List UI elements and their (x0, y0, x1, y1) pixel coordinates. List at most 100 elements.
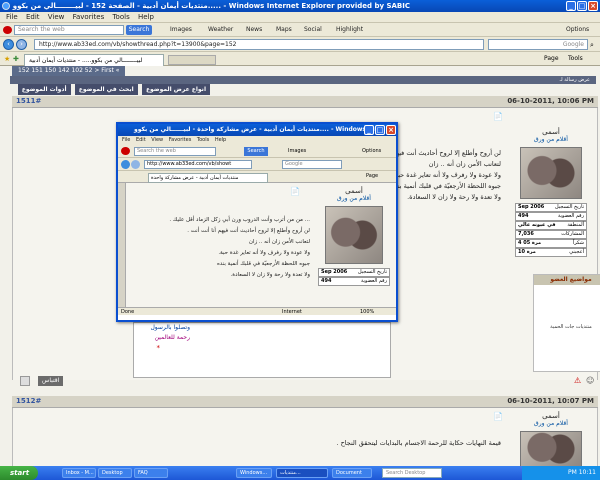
username[interactable]: أسمى (511, 412, 591, 420)
popup-close-button[interactable]: × (386, 125, 396, 135)
popup-status-text: Done (121, 309, 135, 315)
back-button[interactable]: ‹ (3, 39, 14, 50)
popup-minimize-button[interactable]: _ (364, 125, 374, 135)
popup-google-input[interactable]: Google (282, 160, 342, 169)
toolbar-search-input[interactable]: Search the web (14, 25, 124, 35)
post-number[interactable]: 1511# (16, 97, 41, 105)
search-thread-button[interactable]: ابحث في الموضوع (74, 84, 138, 95)
popup-toolbar-logo-icon (121, 147, 130, 155)
display-modes-button[interactable]: انواع عرض الموضوع (141, 84, 210, 95)
popup-address-input[interactable]: http://www.ab33ed.com/vb/showt (144, 160, 252, 169)
forum-topbar-text: عرض رسالة لـ (559, 77, 590, 83)
popup-menu-file[interactable]: File (122, 137, 130, 143)
menu-tools[interactable]: Tools (112, 12, 129, 23)
thanks-icon[interactable]: ☺ (586, 376, 594, 385)
avatar[interactable] (520, 147, 582, 199)
popup-username[interactable]: أسمى (316, 187, 392, 195)
search-go-icon[interactable]: ⌕ (590, 41, 594, 50)
window-title: منتديات أيمان أدبية - الصفحة 152 - لبيــ… (12, 2, 410, 10)
popup-maximize-button[interactable]: □ (375, 125, 385, 135)
popup-search-button[interactable]: Search (244, 147, 268, 156)
address-input[interactable]: http://www.ab33ed.com/vb/showthread.php?… (34, 39, 484, 50)
post-icon: 📄 (493, 412, 503, 421)
add-favorite-icon[interactable]: ✚ (13, 55, 19, 63)
toolbar-images[interactable]: Images (170, 25, 192, 35)
popup-content: 📄 أسمى أقلام من ورق Sep 2006 تاريخ التسجي… (118, 183, 396, 307)
report-icon[interactable]: ⚠ (574, 376, 581, 385)
address-bar-row: ‹ › http://www.ab33ed.com/vb/showthread.… (0, 37, 600, 52)
popup-stat-row: Sep 2006 تاريخ التسجيل (318, 268, 390, 277)
toolbar-highlight[interactable]: Highlight (336, 25, 363, 35)
popup-images[interactable]: Images (288, 148, 306, 154)
menu-favorites[interactable]: Favorites (73, 12, 105, 23)
related-threads-heading: مواضيع العضو (534, 275, 600, 285)
tab-active[interactable]: لبيــــــــالي من بكوو..... - منتديات أي… (24, 54, 164, 66)
popup-stat-row: 494 رقم العضوية (318, 277, 390, 286)
taskbar-task-active[interactable]: منتديات... (276, 468, 328, 478)
toolbar-news[interactable]: News (246, 25, 262, 35)
page-menu[interactable]: Page (544, 55, 559, 62)
avatar[interactable] (520, 431, 582, 466)
popup-menu-edit[interactable]: Edit (136, 137, 146, 143)
post-date: 06-10-2011, 10:06 PM (507, 97, 594, 105)
toolbar-options[interactable]: Options (566, 25, 589, 35)
post-number[interactable]: 1512# (16, 397, 41, 405)
popup-menu-tools[interactable]: Tools (197, 137, 209, 143)
desktop-search-input[interactable]: Search Desktop (382, 468, 442, 478)
taskbar-task[interactable]: Desktop (98, 468, 132, 478)
start-button[interactable]: start (0, 466, 38, 480)
maximize-button[interactable]: □ (577, 1, 587, 11)
tab-new[interactable] (168, 55, 216, 65)
pagination[interactable]: 152 151 150 142 102 52 > First « (12, 66, 126, 76)
popup-search-toolbar: Search the web Search Images Options (118, 145, 396, 158)
favorites-star-icon[interactable]: ★ (4, 55, 10, 63)
quote-button[interactable]: اقتباس (38, 376, 64, 386)
popup-menu-favorites[interactable]: Favorites (169, 137, 192, 143)
thread-nav-buttons: انواع عرض الموضوع ابحث في الموضوع أدوات … (12, 84, 212, 95)
popup-page-menu[interactable]: Page (366, 173, 378, 179)
popup-scrollbar[interactable] (118, 183, 126, 307)
signature-line: رحمة للعالمين (154, 334, 190, 341)
google-search-input[interactable]: Google (488, 39, 588, 50)
forum-topbar: عرض رسالة لـ (10, 76, 596, 84)
popup-user-title: أقلام من ورق (337, 195, 371, 202)
search-toolbar: Search the web Search Images Weather New… (0, 23, 600, 37)
popup-search-input[interactable]: Search the web (134, 147, 216, 156)
minimize-button[interactable]: _ (566, 1, 576, 11)
menu-help[interactable]: Help (138, 12, 154, 23)
toolbar-maps[interactable]: Maps (276, 25, 292, 35)
popup-options[interactable]: Options (362, 148, 381, 154)
forward-button[interactable]: › (16, 39, 27, 50)
toolbar-social[interactable]: Social (304, 25, 322, 35)
popup-window: منتديات أيمان أدبية - عرض مشاركة واحدة -… (116, 122, 398, 322)
close-button[interactable]: × (588, 1, 598, 11)
signature-line: وتصلوا بالرسول (150, 324, 190, 331)
tab-bar: ★ ✚ لبيــــــــالي من بكوو..... - منتديا… (0, 52, 600, 66)
popup-status-bar: Done Internet 100% (118, 307, 396, 315)
related-thread-item[interactable]: منتديات جات الحمية (534, 323, 600, 331)
toolbar-weather[interactable]: Weather (208, 25, 233, 35)
taskbar-task[interactable]: Windows... (236, 468, 272, 478)
menu-view[interactable]: View (48, 12, 65, 23)
popup-menu-view[interactable]: View (151, 137, 163, 143)
username[interactable]: أسمى (511, 128, 591, 136)
popup-menu-help[interactable]: Help (215, 137, 226, 143)
menu-file[interactable]: File (6, 12, 18, 23)
post-footer: اقتباس ⚠ ☺ (14, 376, 594, 388)
popup-avatar[interactable] (325, 206, 383, 264)
taskbar-task[interactable]: Inbox - M... (62, 468, 96, 478)
stat-row: Sep 2006 تاريخ التسجيل (515, 203, 587, 212)
profile-icon[interactable] (20, 376, 30, 386)
menu-edit[interactable]: Edit (26, 12, 40, 23)
taskbar-task[interactable]: FAQ (134, 468, 168, 478)
toolbar-search-button[interactable]: Search (126, 25, 152, 35)
popup-zoom[interactable]: 100% (360, 308, 374, 316)
tools-menu[interactable]: Tools (568, 55, 583, 62)
popup-back-icon[interactable] (121, 160, 130, 169)
stat-row: 10 مرة أعجبني (515, 248, 587, 257)
taskbar-task[interactable]: Document (332, 468, 372, 478)
popup-menu-bar: File Edit View Favorites Tools Help (118, 136, 396, 145)
thread-tools-button[interactable]: أدوات الموضوع (17, 84, 71, 95)
popup-tab[interactable]: منتديات أيمان أدبية - عرض مشاركة واحدة (148, 173, 268, 183)
popup-forward-icon[interactable] (131, 160, 140, 169)
